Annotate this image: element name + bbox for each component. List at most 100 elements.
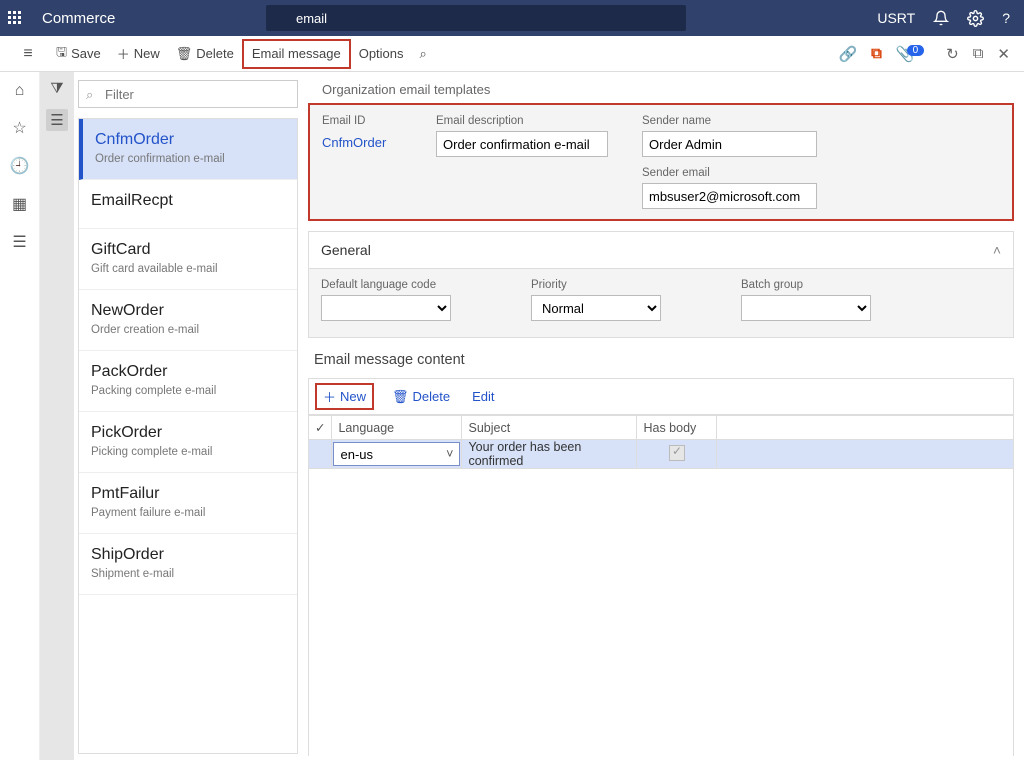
list-item[interactable]: NewOrder Order creation e-mail bbox=[79, 290, 297, 351]
list-item[interactable]: PickOrder Picking complete e-mail bbox=[79, 412, 297, 473]
link-icon[interactable]: 🔗 bbox=[838, 45, 857, 63]
grid-empty-space bbox=[308, 469, 1014, 756]
plus-icon: ＋ bbox=[117, 44, 130, 63]
list-item[interactable]: EmailRecpt bbox=[79, 180, 297, 229]
priority-label: Priority bbox=[531, 279, 661, 291]
favorites-icon[interactable]: ☆ bbox=[12, 118, 26, 138]
batch-group-select[interactable] bbox=[741, 295, 871, 321]
list-item-title: PickOrder bbox=[91, 424, 285, 442]
list-item-title: EmailRecpt bbox=[91, 192, 285, 210]
filter-search-icon: ⌕ bbox=[86, 87, 93, 103]
attachments-icon[interactable]: 📎0 bbox=[896, 45, 932, 63]
sender-email-label: Sender email bbox=[642, 167, 817, 179]
list-item[interactable]: ShipOrder Shipment e-mail bbox=[79, 534, 297, 595]
filter-input[interactable] bbox=[78, 80, 298, 108]
list-item-sub: Gift card available e-mail bbox=[91, 263, 285, 275]
list-item-sub: Shipment e-mail bbox=[91, 568, 285, 580]
priority-select[interactable]: Normal bbox=[531, 295, 661, 321]
filter-column: ⧩ ☰ bbox=[40, 72, 74, 760]
refresh-icon[interactable]: ↻ bbox=[946, 45, 959, 63]
batch-group-label: Batch group bbox=[741, 279, 871, 291]
main-content: Organization email templates Email ID Cn… bbox=[302, 72, 1020, 756]
save-button[interactable]: 🖫Save bbox=[48, 39, 109, 69]
list-item-title: PackOrder bbox=[91, 363, 285, 381]
sender-email-input[interactable] bbox=[642, 183, 817, 209]
default-lang-select[interactable] bbox=[321, 295, 451, 321]
attachment-badge: 0 bbox=[907, 45, 925, 56]
help-icon[interactable]: ? bbox=[1002, 10, 1010, 26]
new-button[interactable]: ＋New bbox=[109, 39, 168, 69]
table-row[interactable]: ˅ Your order has been confirmed bbox=[309, 440, 1014, 469]
grid-toolbar: ＋New 🗑Delete Edit bbox=[308, 378, 1014, 415]
sender-name-input[interactable] bbox=[642, 131, 817, 157]
template-list: CnfmOrder Order confirmation e-mail Emai… bbox=[78, 118, 298, 754]
page-title: Organization email templates bbox=[308, 82, 1014, 97]
header-fields-card: Email ID CnfmOrder Email description Sen… bbox=[308, 103, 1014, 221]
recent-icon[interactable]: 🕘 bbox=[10, 156, 30, 176]
language-cell[interactable]: ˅ bbox=[333, 442, 460, 466]
hasbody-cell bbox=[637, 440, 717, 469]
email-id-label: Email ID bbox=[322, 115, 402, 127]
list-item-title: GiftCard bbox=[91, 241, 285, 259]
list-item[interactable]: PmtFailur Payment failure e-mail bbox=[79, 473, 297, 534]
subject-cell[interactable]: Your order has been confirmed bbox=[462, 440, 637, 469]
user-label[interactable]: USRT bbox=[877, 10, 915, 26]
list-item-title: PmtFailur bbox=[91, 485, 285, 503]
general-section-header[interactable]: General ˄ bbox=[308, 231, 1014, 269]
lang-column-header[interactable]: Language bbox=[332, 416, 462, 440]
subject-column-header[interactable]: Subject bbox=[462, 416, 637, 440]
close-icon[interactable]: ✕ bbox=[997, 45, 1010, 63]
list-item-sub: Payment failure e-mail bbox=[91, 507, 285, 519]
workspace-icon[interactable]: ▦ bbox=[12, 194, 27, 214]
list-item-title: ShipOrder bbox=[91, 546, 285, 564]
top-navbar: Commerce ⌕ USRT ? bbox=[0, 0, 1024, 36]
trash-icon: 🗑 bbox=[392, 389, 409, 405]
grid-edit-button[interactable]: Edit bbox=[468, 387, 498, 406]
list-item-sub: Packing complete e-mail bbox=[91, 385, 285, 397]
general-section-title: General bbox=[321, 242, 371, 258]
email-desc-input[interactable] bbox=[436, 131, 608, 157]
list-item[interactable]: GiftCard Gift card available e-mail bbox=[79, 229, 297, 290]
sender-name-label: Sender name bbox=[642, 115, 817, 127]
app-brand: Commerce bbox=[42, 10, 242, 27]
popout-icon[interactable]: ⧉ bbox=[973, 45, 984, 62]
trash-icon: 🗑 bbox=[176, 46, 193, 62]
list-item-sub: Picking complete e-mail bbox=[91, 446, 285, 458]
grid-new-button[interactable]: ＋New bbox=[315, 383, 374, 410]
actionbar-search-icon[interactable]: ⌕ bbox=[412, 39, 435, 69]
funnel-icon[interactable]: ⧩ bbox=[50, 80, 63, 97]
plus-icon: ＋ bbox=[323, 387, 336, 406]
row-checkbox[interactable] bbox=[309, 440, 332, 469]
waffle-icon[interactable] bbox=[8, 11, 36, 25]
language-input[interactable] bbox=[334, 442, 440, 466]
grid-delete-button[interactable]: 🗑Delete bbox=[388, 387, 454, 407]
list-item[interactable]: PackOrder Packing complete e-mail bbox=[79, 351, 297, 412]
chevron-down-icon[interactable]: ˅ bbox=[440, 447, 459, 461]
action-bar: ≡ 🖫Save ＋New 🗑Delete Email message Optio… bbox=[0, 36, 1024, 72]
list-item-sub: Order creation e-mail bbox=[91, 324, 285, 336]
office-icon[interactable]: ⧉ bbox=[871, 45, 882, 62]
save-icon: 🖫 bbox=[56, 43, 67, 65]
list-item-sub: Order confirmation e-mail bbox=[95, 153, 285, 165]
list-item[interactable]: CnfmOrder Order confirmation e-mail bbox=[79, 119, 297, 180]
email-desc-label: Email description bbox=[436, 115, 608, 127]
modules-icon[interactable]: ☰ bbox=[12, 232, 26, 252]
list-view-icon[interactable]: ☰ bbox=[46, 109, 67, 131]
hamburger-icon[interactable]: ≡ bbox=[8, 45, 48, 63]
hasbody-column-header[interactable]: Has body bbox=[637, 416, 717, 440]
select-all-checkbox[interactable]: ✓ bbox=[309, 416, 332, 440]
global-search-input[interactable] bbox=[266, 5, 686, 31]
list-item-title: NewOrder bbox=[91, 302, 285, 320]
bell-icon[interactable] bbox=[933, 10, 949, 26]
options-button[interactable]: Options bbox=[351, 39, 412, 69]
email-content-title: Email message content bbox=[314, 352, 1014, 368]
email-message-button[interactable]: Email message bbox=[242, 39, 351, 69]
template-list-panel: ⌕ CnfmOrder Order confirmation e-mail Em… bbox=[74, 72, 302, 760]
general-section-body: Default language code Priority Normal Ba… bbox=[308, 269, 1014, 338]
home-icon[interactable]: ⌂ bbox=[15, 82, 25, 100]
chevron-up-icon: ˄ bbox=[993, 242, 1001, 258]
email-id-link[interactable]: CnfmOrder bbox=[322, 131, 402, 150]
gear-icon[interactable] bbox=[967, 10, 984, 27]
delete-button[interactable]: 🗑Delete bbox=[168, 39, 242, 69]
left-rail: ⌂ ☆ 🕘 ▦ ☰ bbox=[0, 72, 40, 760]
